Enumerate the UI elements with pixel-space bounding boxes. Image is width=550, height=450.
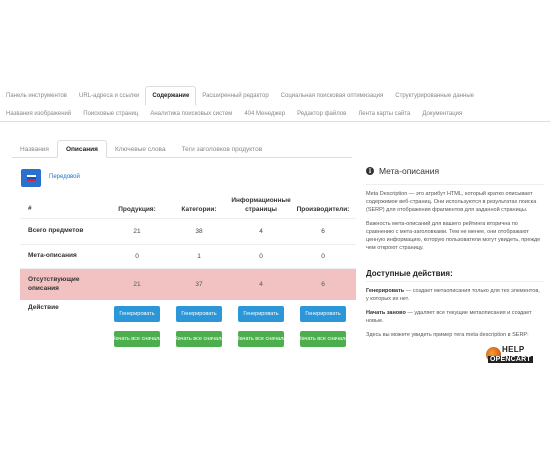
table-row: Всего предметов 21 38 4 6 (20, 218, 356, 244)
cell-value: 21 (133, 228, 141, 235)
tab-404-manager[interactable]: 404 Менеджер (238, 106, 291, 122)
reset-products-button[interactable]: Начать все сначала (114, 331, 160, 347)
panel-paragraph: Здесь вы можете увидеть пример тега meta… (366, 331, 529, 338)
cell-value: 38 (195, 228, 203, 235)
tab-search-analytics[interactable]: Аналитика поисковых систем (144, 106, 238, 122)
module-tabs: Панель инструментов URL-адреса и ссылки … (0, 84, 550, 122)
header-products: Продукция: (118, 205, 156, 213)
actions-info-pages: Генерировать Начать все сначала (230, 304, 292, 347)
cell-value: 4 (259, 281, 263, 288)
header-categories: Категории: (181, 205, 217, 213)
tab-product-title-tags[interactable]: Теги заголовков продуктов (174, 140, 271, 158)
header-info-pages: Информационные страницы (231, 197, 291, 213)
tab-advanced-editor[interactable]: Расширенный редактор (196, 86, 274, 106)
reset-term: Начать заново (366, 309, 406, 316)
cell-value: 6 (321, 281, 325, 288)
logo-opencart-text: OPENCART (488, 356, 533, 363)
panel-paragraph: Meta Description — это атрибут HTML, кот… (366, 191, 537, 213)
table-header: # Продукция: Категории: Информационные с… (20, 192, 356, 218)
generate-manufacturers-button[interactable]: Генерировать (300, 306, 346, 322)
tab-file-editor[interactable]: Редактор файлов (291, 106, 352, 122)
actions-heading: Доступные действия: (366, 269, 544, 282)
help-opencart-logo: HELP OPENCART (486, 343, 544, 369)
module-tabs-row-1: Панель инструментов URL-адреса и ссылки … (0, 86, 480, 106)
tab-image-titles[interactable]: Названия изображений (0, 106, 77, 122)
panel-title-text: Мета-описания (379, 166, 440, 176)
header-manufacturers: Производители: (296, 205, 350, 213)
module-tabs-row-2: Названия изображений Поисковые страниц А… (0, 106, 468, 122)
tab-descriptions[interactable]: Описания (56, 140, 107, 158)
info-icon: i (366, 167, 374, 175)
tab-sitemap-feed[interactable]: Лента карты сайта (352, 106, 416, 122)
tab-documentation[interactable]: Документация (416, 106, 468, 122)
cell-value: 4 (259, 228, 263, 235)
cell-value: 0 (259, 253, 263, 260)
table-row: Мета-описания 0 1 0 0 (20, 244, 356, 268)
reset-manufacturers-button[interactable]: Начать все сначала (300, 331, 346, 347)
generate-categories-button[interactable]: Генерировать (176, 306, 222, 322)
row-label: Отсутствующие описания (28, 275, 80, 292)
actions-manufacturers: Генерировать Начать все сначала (292, 304, 354, 347)
panel-title: i Мета-описания (366, 166, 544, 185)
tab-social-seo[interactable]: Социальная поисковая оптимизация (275, 86, 390, 106)
tab-structured-data[interactable]: Структурированные данные (389, 86, 480, 106)
header-hash: # (28, 205, 32, 213)
generate-term: Генерировать (366, 287, 405, 294)
generate-info-pages-button[interactable]: Генерировать (238, 306, 284, 322)
actions-products: Генерировать Начать все сначала (106, 304, 168, 347)
tab-urls-links[interactable]: URL-адреса и ссылки (73, 86, 145, 106)
panel-paragraph: Важность мета-описаний для вашего рейтин… (366, 220, 541, 251)
content-sub-tabs: Названия Описания Ключевые слова Теги за… (12, 140, 352, 158)
cell-value: 0 (135, 253, 139, 260)
action-label: Действие (28, 304, 59, 311)
cell-value: 1 (197, 253, 201, 260)
tab-dashboard[interactable]: Панель инструментов (0, 86, 73, 106)
tab-search-pages[interactable]: Поисковые страниц (77, 106, 144, 122)
actions-categories: Генерировать Начать все сначала (168, 304, 230, 347)
tab-titles[interactable]: Названия (12, 140, 57, 158)
reset-categories-button[interactable]: Начать все сначала (176, 331, 222, 347)
generate-explanation: Генерировать — создает метаописания толь… (366, 288, 544, 304)
language-flag-button[interactable] (21, 169, 41, 187)
generate-products-button[interactable]: Генерировать (114, 306, 160, 322)
table-row-actions: Действие Генерировать Начать все сначала… (20, 300, 356, 362)
russian-flag-icon (26, 175, 36, 181)
tab-keywords[interactable]: Ключевые слова (107, 140, 174, 158)
help-panel: i Мета-описания Meta Description — это а… (366, 166, 544, 340)
advanced-link[interactable]: Передовой (49, 174, 80, 180)
tab-content[interactable]: Содержание (145, 86, 197, 106)
cell-value: 21 (133, 281, 141, 288)
row-label: Всего предметов (28, 227, 84, 235)
cell-value: 6 (321, 228, 325, 235)
row-label: Мета-описания (28, 252, 77, 260)
logo-help-text: HELP (502, 345, 525, 354)
reset-explanation: Начать заново — удаляет все текущие мета… (366, 310, 544, 326)
reset-info-pages-button[interactable]: Начать все сначала (238, 331, 284, 347)
descriptions-table: # Продукция: Категории: Информационные с… (20, 192, 356, 362)
cell-value: 37 (195, 281, 203, 288)
cell-value: 0 (321, 253, 325, 260)
table-row-missing: Отсутствующие описания 21 37 4 6 (20, 268, 356, 300)
